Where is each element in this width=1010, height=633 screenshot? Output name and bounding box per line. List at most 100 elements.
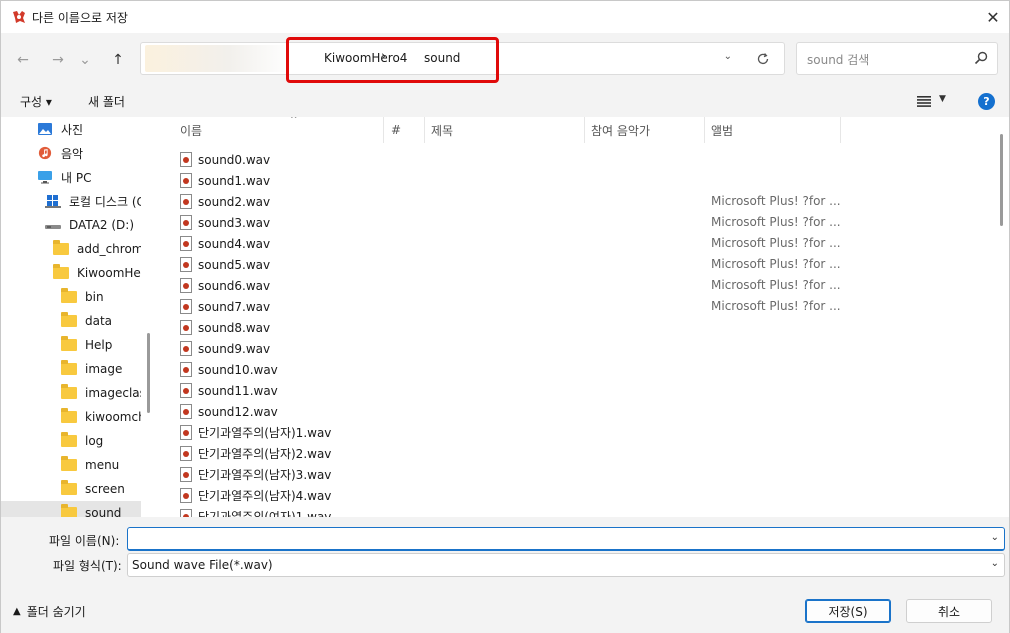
sidebar-item-screen[interactable]: screen xyxy=(1,477,141,501)
sidebar-item-label: 내 PC xyxy=(61,170,92,185)
file-row[interactable]: sound6.wav xyxy=(180,275,270,296)
recent-locations-button[interactable]: ⌄ xyxy=(77,49,93,71)
up-button[interactable]: ↑ xyxy=(107,49,129,71)
refresh-icon[interactable] xyxy=(756,52,770,66)
column-header-album[interactable]: 앨범 xyxy=(705,117,841,143)
sidebar-item-음악[interactable]: 음악 xyxy=(1,141,141,165)
navigation-bar: ← → ⌄ ↑ KiwoomHero4 › sound ⌄ sound 검색 xyxy=(1,33,1009,85)
sidebar-item-사진[interactable]: 사진 xyxy=(1,117,141,141)
sidebar-item-image[interactable]: image xyxy=(1,357,141,381)
sidebar-item-내-pc[interactable]: 내 PC xyxy=(1,165,141,189)
up-arrow-icon: ↑ xyxy=(112,52,124,68)
save-button[interactable]: 저장(S) xyxy=(805,599,891,623)
file-row[interactable]: sound0.wav xyxy=(180,149,270,170)
folder-icon xyxy=(61,336,77,351)
hide-folders-toggle[interactable]: ▲ 폴더 숨기기 xyxy=(13,603,86,620)
file-row[interactable]: 단기과열주의(여자)1.wav xyxy=(180,506,331,517)
wav-file-icon xyxy=(180,509,192,517)
organize-button[interactable]: 구성 ▾ xyxy=(20,93,52,110)
column-header-artist[interactable]: 참여 음악가 xyxy=(585,117,705,143)
hide-folders-label: 폴더 숨기기 xyxy=(26,605,86,619)
file-row[interactable]: sound3.wav xyxy=(180,212,270,233)
filename-input[interactable]: ⌄ xyxy=(127,527,1005,551)
wav-file-icon xyxy=(180,383,192,398)
file-row[interactable]: sound12.wav xyxy=(180,401,278,422)
sort-ascending-icon: ^ xyxy=(290,117,298,125)
filename-dropdown-icon[interactable]: ⌄ xyxy=(991,532,999,543)
close-button[interactable]: ✕ xyxy=(977,1,1009,33)
forward-button[interactable]: → xyxy=(47,49,69,71)
file-row[interactable]: sound11.wav xyxy=(180,380,278,401)
address-dropdown-icon[interactable]: ⌄ xyxy=(724,51,732,62)
sidebar-item-label: Help xyxy=(85,338,113,352)
folder-icon xyxy=(61,384,77,399)
sidebar-item-label: imageclassic xyxy=(85,386,141,400)
wav-file-icon xyxy=(180,236,192,251)
file-name: 단기과열주의(남자)1.wav xyxy=(198,426,332,440)
sidebar-item-label: DATA2 (D:) xyxy=(69,218,135,232)
sidebar-item-menu[interactable]: menu xyxy=(1,453,141,477)
app-logo-icon xyxy=(13,11,25,23)
sidebar-item-bin[interactable]: bin xyxy=(1,285,141,309)
wav-file-icon xyxy=(180,446,192,461)
folder-icon xyxy=(61,432,77,447)
save-as-dialog: 다른 이름으로 저장 ✕ ← → ⌄ ↑ KiwoomHero4 › sound… xyxy=(0,0,1010,633)
file-row[interactable]: 단기과열주의(남자)3.wav xyxy=(180,464,331,485)
column-header-name[interactable]: ^ 이름 xyxy=(174,117,384,143)
back-button[interactable]: ← xyxy=(12,49,34,71)
file-album: Microsoft Plus! ?for ... xyxy=(711,236,841,250)
wav-file-icon xyxy=(180,404,192,419)
file-album: Microsoft Plus! ?for ... xyxy=(711,257,841,271)
file-name: sound7.wav xyxy=(198,299,271,314)
wav-file-icon xyxy=(180,215,192,230)
address-redacted-area xyxy=(145,45,285,72)
search-box[interactable]: sound 검색 xyxy=(796,42,998,75)
file-row[interactable]: sound5.wav xyxy=(180,254,270,275)
sidebar-item-kiwoomhero4[interactable]: KiwoomHero4 xyxy=(1,261,141,285)
file-row[interactable]: sound8.wav xyxy=(180,317,270,338)
sidebar-item-kiwoomchecker[interactable]: kiwoomchecker xyxy=(1,405,141,429)
file-name: 단기과열주의(남자)4.wav xyxy=(198,489,332,503)
cancel-button[interactable]: 취소 xyxy=(906,599,992,623)
sidebar-item-sound[interactable]: sound xyxy=(1,501,141,517)
file-list-scrollbar[interactable] xyxy=(1000,134,1003,226)
sidebar-scrollbar[interactable] xyxy=(147,333,150,413)
sidebar-item-data[interactable]: data xyxy=(1,309,141,333)
filetype-dropdown-icon[interactable]: ⌄ xyxy=(991,558,999,569)
column-header-title[interactable]: 제목 xyxy=(425,117,585,143)
chevron-down-icon: ⌄ xyxy=(79,52,91,68)
help-icon[interactable]: ? xyxy=(978,93,995,110)
sidebar-item-로컬-디스크-c-[interactable]: 로컬 디스크 (C:) xyxy=(1,189,141,213)
view-options-icon[interactable] xyxy=(917,96,931,107)
new-folder-button[interactable]: 새 폴더 xyxy=(88,93,125,110)
wav-file-icon xyxy=(180,467,192,482)
file-row[interactable]: 단기과열주의(남자)2.wav xyxy=(180,443,331,464)
search-icon[interactable] xyxy=(973,50,989,66)
file-row[interactable]: sound2.wav xyxy=(180,191,270,212)
file-row[interactable]: 단기과열주의(남자)4.wav xyxy=(180,485,331,506)
column-header-number[interactable]: # xyxy=(385,117,425,143)
filename-label: 파일 이름(N): xyxy=(49,534,120,548)
file-row[interactable]: sound7.wav xyxy=(180,296,270,317)
file-name: sound1.wav xyxy=(198,173,271,188)
file-row[interactable]: sound1.wav xyxy=(180,170,270,191)
file-row[interactable]: sound9.wav xyxy=(180,338,270,359)
folder-icon xyxy=(61,504,77,517)
sidebar-item-help[interactable]: Help xyxy=(1,333,141,357)
wav-file-icon xyxy=(180,299,192,314)
sidebar-item-log[interactable]: log xyxy=(1,429,141,453)
sidebar-item-add-chrome[interactable]: add_chrome xyxy=(1,237,141,261)
drive-d-icon xyxy=(45,225,61,229)
navigation-pane: 사진음악내 PC 로컬 디스크 (C:) DATA2 (D:) add_chrome K… xyxy=(1,117,144,517)
sidebar-item-data2-d-[interactable]: DATA2 (D:) xyxy=(1,213,141,237)
file-row[interactable]: sound10.wav xyxy=(180,359,278,380)
photos-icon xyxy=(38,123,52,135)
file-row[interactable]: sound4.wav xyxy=(180,233,270,254)
file-row[interactable]: 단기과열주의(남자)1.wav xyxy=(180,422,331,443)
search-input[interactable]: sound 검색 xyxy=(807,51,869,68)
folder-icon xyxy=(61,360,77,375)
filetype-select[interactable]: Sound wave File(*.wav) ⌄ xyxy=(127,553,1005,577)
view-dropdown-icon[interactable]: ▼ xyxy=(939,94,946,104)
sidebar-item-imageclassic[interactable]: imageclassic xyxy=(1,381,141,405)
wav-file-icon xyxy=(180,362,192,377)
